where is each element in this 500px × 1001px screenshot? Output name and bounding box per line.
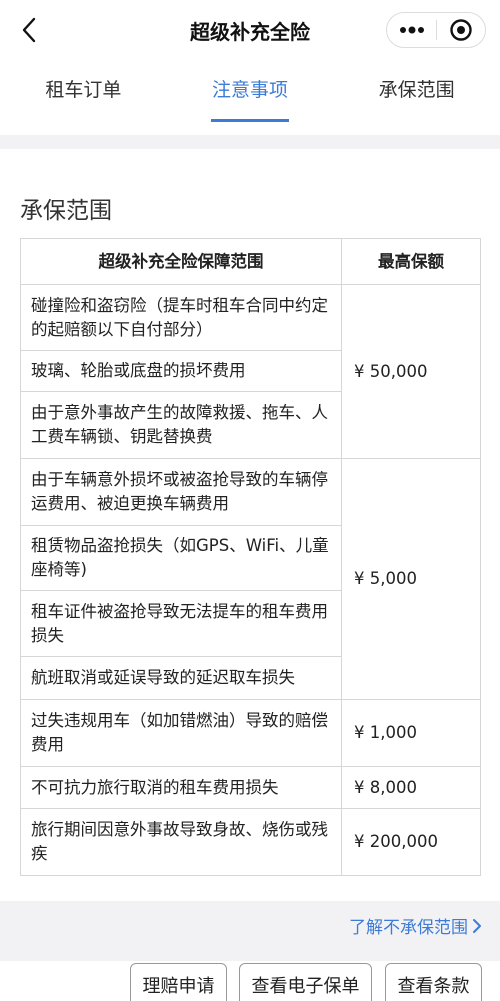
close-button[interactable] — [437, 13, 485, 47]
nav-bar: 超级补充全险 — [0, 0, 500, 60]
coverage-amount: ¥ 50,000 — [341, 284, 481, 459]
tab-bar: 租车订单 注意事项 承保范围 — [0, 60, 500, 126]
coverage-item: 由于意外事故产生的故障救援、拖车、人工费车辆锁、钥匙替换费 — [20, 391, 342, 459]
section-divider — [0, 135, 500, 149]
more-button[interactable] — [387, 13, 436, 47]
header-max-amount: 最高保额 — [341, 238, 481, 285]
coverage-item: 过失违规用车（如加错燃油）导致的赔偿费用 — [20, 699, 342, 767]
view-terms-button[interactable]: 查看条款 — [385, 963, 482, 1001]
table-row: 旅行期间因意外事故导致身故、烧伤或残疾 ¥ 200,000 — [20, 808, 481, 876]
table-row: 过失违规用车（如加错燃油）导致的赔偿费用 ¥ 1,000 — [20, 699, 481, 767]
coverage-item: 由于车辆意外损坏或被盗抢导致的车辆停运费用、被迫更换车辆费用 — [20, 458, 342, 526]
coverage-item: 不可抗力旅行取消的租车费用损失 — [20, 766, 342, 809]
coverage-item: 玻璃、轮胎或底盘的损坏费用 — [20, 350, 342, 392]
coverage-amount: ¥ 5,000 — [341, 458, 481, 700]
coverage-item: 旅行期间因意外事故导致身故、烧伤或残疾 — [20, 808, 342, 876]
coverage-table: 超级补充全险保障范围 最高保额 碰撞险和盗窃险（提车时租车合同中约定的起赔额以下… — [20, 238, 481, 876]
table-row: 不可抗力旅行取消的租车费用损失 ¥ 8,000 — [20, 766, 481, 809]
tab-coverage[interactable]: 承保范围 — [333, 60, 500, 126]
learn-exclusions-link[interactable]: 了解不承保范围 — [349, 913, 482, 938]
coverage-item: 碰撞险和盗窃险（提车时租车合同中约定的起赔额以下自付部分） — [20, 284, 342, 351]
target-close-icon — [450, 19, 472, 41]
tab-notes[interactable]: 注意事项 — [167, 60, 334, 126]
more-dots-icon — [399, 26, 424, 34]
table-header-row: 超级补充全险保障范围 最高保额 — [20, 238, 481, 285]
table-row: 碰撞险和盗窃险（提车时租车合同中约定的起赔额以下自付部分） ¥ 50,000 — [20, 284, 481, 459]
coverage-item: 租赁物品盗抢损失（如GPS、WiFi、儿童座椅等) — [20, 525, 342, 591]
coverage-item: 租车证件被盗抢导致无法提车的租车费用损失 — [20, 590, 342, 657]
mini-program-capsule — [386, 12, 486, 48]
view-policy-button[interactable]: 查看电子保单 — [239, 963, 372, 1001]
table-row: 由于车辆意外损坏或被盗抢导致的车辆停运费用、被迫更换车辆费用 ¥ 5,000 — [20, 458, 481, 700]
action-bar: 理赔申请 查看电子保单 查看条款 — [0, 963, 500, 1001]
chevron-right-icon — [473, 918, 481, 933]
section-title: 承保范围 — [20, 198, 112, 224]
coverage-amount: ¥ 8,000 — [341, 766, 481, 809]
claim-button[interactable]: 理赔申请 — [130, 963, 227, 1001]
coverage-item: 航班取消或延误导致的延迟取车损失 — [20, 656, 342, 700]
coverage-amount: ¥ 1,000 — [341, 699, 481, 767]
header-coverage-scope: 超级补充全险保障范围 — [20, 238, 342, 285]
learn-exclusions-label: 了解不承保范围 — [349, 918, 468, 938]
coverage-amount: ¥ 200,000 — [341, 808, 481, 876]
tab-rental-order[interactable]: 租车订单 — [0, 60, 167, 126]
